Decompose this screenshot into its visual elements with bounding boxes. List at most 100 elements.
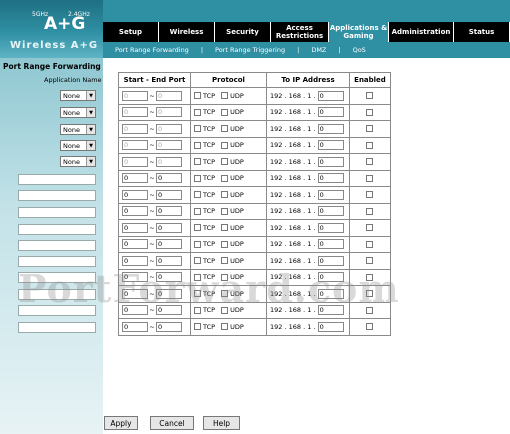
udp-checkbox[interactable] [221, 273, 229, 281]
enabled-checkbox[interactable] [365, 257, 373, 265]
start-port-input[interactable]: 0 [122, 206, 148, 217]
enabled-checkbox[interactable] [365, 207, 373, 215]
tcp-checkbox[interactable] [194, 323, 201, 331]
help-button[interactable]: Help [203, 416, 240, 430]
tab-applications-gaming[interactable]: Applications & Gaming [329, 22, 389, 42]
enabled-checkbox[interactable] [365, 174, 373, 182]
udp-checkbox[interactable] [221, 108, 229, 116]
start-port-input[interactable]: 0 [122, 239, 148, 250]
ip-last-octet-input[interactable]: 0 [317, 189, 344, 200]
ip-last-octet-input[interactable]: 0 [317, 140, 344, 151]
tab-wireless[interactable]: Wireless [159, 22, 215, 42]
application-name-input[interactable] [18, 272, 96, 283]
end-port-input[interactable]: 0 [156, 107, 182, 118]
subtab-qos[interactable]: QoS [341, 46, 378, 54]
udp-checkbox[interactable] [221, 240, 229, 248]
enabled-checkbox[interactable] [365, 108, 373, 116]
subtab-port-range-forwarding[interactable]: Port Range Forwarding [103, 46, 201, 54]
tcp-checkbox[interactable] [194, 174, 201, 182]
ip-last-octet-input[interactable]: 0 [317, 222, 344, 233]
application-name-input[interactable] [18, 224, 96, 235]
enabled-checkbox[interactable] [365, 224, 373, 232]
tcp-checkbox[interactable] [194, 273, 201, 281]
cancel-button[interactable]: Cancel [150, 416, 194, 430]
end-port-input[interactable]: 0 [156, 156, 182, 167]
udp-checkbox[interactable] [221, 257, 229, 265]
tcp-checkbox[interactable] [194, 257, 201, 265]
udp-checkbox[interactable] [221, 290, 229, 298]
tcp-checkbox[interactable] [194, 125, 201, 133]
ip-last-octet-input[interactable]: 0 [317, 239, 344, 250]
enabled-checkbox[interactable] [365, 290, 373, 298]
end-port-input[interactable]: 0 [156, 222, 182, 233]
tcp-checkbox[interactable] [194, 240, 201, 248]
enabled-checkbox[interactable] [365, 323, 373, 331]
start-port-input[interactable]: 0 [122, 288, 148, 299]
tcp-checkbox[interactable] [194, 224, 201, 232]
udp-checkbox[interactable] [221, 207, 229, 215]
ip-last-octet-input[interactable]: 0 [317, 90, 344, 101]
subtab-port-range-triggering[interactable]: Port Range Triggering [203, 46, 297, 54]
application-select[interactable]: None ▼ [60, 90, 96, 101]
ip-last-octet-input[interactable]: 0 [317, 288, 344, 299]
udp-checkbox[interactable] [221, 191, 229, 199]
ip-last-octet-input[interactable]: 0 [317, 173, 344, 184]
tab-access-restrictions[interactable]: Access Restrictions [271, 22, 329, 42]
udp-checkbox[interactable] [221, 141, 229, 149]
enabled-checkbox[interactable] [365, 273, 373, 281]
tcp-checkbox[interactable] [194, 191, 201, 199]
application-name-input[interactable] [18, 305, 96, 316]
end-port-input[interactable]: 0 [156, 140, 182, 151]
end-port-input[interactable]: 0 [156, 123, 182, 134]
tcp-checkbox[interactable] [194, 207, 201, 215]
enabled-checkbox[interactable] [365, 240, 373, 248]
start-port-input[interactable]: 0 [122, 107, 148, 118]
application-select[interactable]: None ▼ [60, 107, 96, 118]
start-port-input[interactable]: 0 [122, 140, 148, 151]
end-port-input[interactable]: 0 [156, 272, 182, 283]
end-port-input[interactable]: 0 [156, 206, 182, 217]
enabled-checkbox[interactable] [365, 306, 373, 314]
application-name-input[interactable] [18, 322, 96, 333]
ip-last-octet-input[interactable]: 0 [317, 206, 344, 217]
tcp-checkbox[interactable] [194, 108, 201, 116]
end-port-input[interactable]: 0 [156, 321, 182, 332]
end-port-input[interactable]: 0 [156, 255, 182, 266]
start-port-input[interactable]: 0 [122, 255, 148, 266]
start-port-input[interactable]: 0 [122, 222, 148, 233]
end-port-input[interactable]: 0 [156, 189, 182, 200]
tcp-checkbox[interactable] [194, 92, 201, 100]
ip-last-octet-input[interactable]: 0 [317, 272, 344, 283]
application-name-input[interactable] [18, 256, 96, 267]
application-name-input[interactable] [18, 190, 96, 201]
end-port-input[interactable]: 0 [156, 173, 182, 184]
enabled-checkbox[interactable] [365, 125, 373, 133]
start-port-input[interactable]: 0 [122, 90, 148, 101]
ip-last-octet-input[interactable]: 0 [317, 305, 344, 316]
ip-last-octet-input[interactable]: 0 [317, 255, 344, 266]
apply-button[interactable]: Apply [104, 416, 138, 430]
udp-checkbox[interactable] [221, 125, 229, 133]
start-port-input[interactable]: 0 [122, 123, 148, 134]
ip-last-octet-input[interactable]: 0 [317, 123, 344, 134]
application-name-input[interactable] [18, 289, 96, 300]
end-port-input[interactable]: 0 [156, 90, 182, 101]
end-port-input[interactable]: 0 [156, 288, 182, 299]
udp-checkbox[interactable] [221, 306, 229, 314]
start-port-input[interactable]: 0 [122, 189, 148, 200]
tcp-checkbox[interactable] [194, 141, 201, 149]
ip-last-octet-input[interactable]: 0 [317, 107, 344, 118]
end-port-input[interactable]: 0 [156, 305, 182, 316]
udp-checkbox[interactable] [221, 92, 229, 100]
subtab-dmz[interactable]: DMZ [299, 46, 338, 54]
tab-setup[interactable]: Setup [103, 22, 159, 42]
enabled-checkbox[interactable] [365, 141, 373, 149]
enabled-checkbox[interactable] [365, 158, 373, 166]
tcp-checkbox[interactable] [194, 158, 201, 166]
udp-checkbox[interactable] [221, 224, 229, 232]
start-port-input[interactable]: 0 [122, 156, 148, 167]
udp-checkbox[interactable] [221, 323, 229, 331]
ip-last-octet-input[interactable]: 0 [317, 321, 344, 332]
enabled-checkbox[interactable] [365, 191, 373, 199]
tab-status[interactable]: Status [454, 22, 510, 42]
